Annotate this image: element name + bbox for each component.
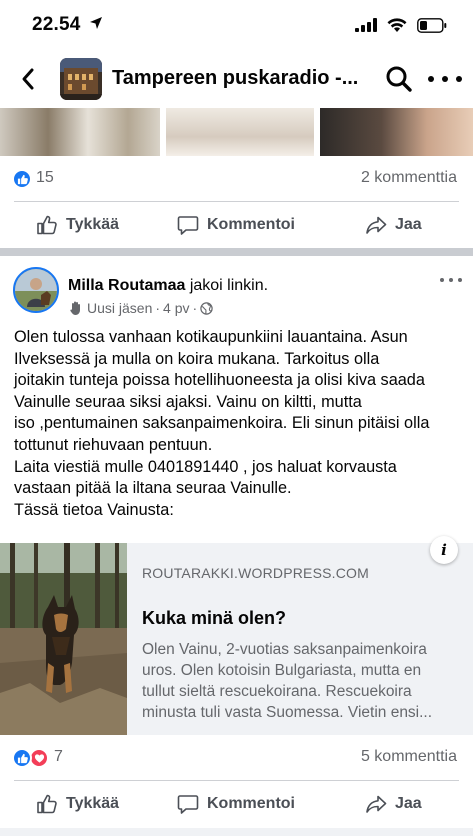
link-preview-image[interactable] [0, 543, 127, 735]
comment-button[interactable]: Kommentoi [177, 781, 295, 827]
like-icon [37, 794, 57, 814]
member-badge: Uusi jäsen [87, 300, 153, 316]
comment-icon [177, 216, 199, 235]
search-button[interactable] [384, 64, 414, 94]
author-action: jakoi linkin. [189, 277, 269, 294]
link-preview-card[interactable]: ROUTARAKKI.WORDPRESS.COM Kuka minä olen?… [0, 536, 473, 735]
author-name[interactable]: Milla Routamaa [68, 277, 185, 294]
post-text-line: tottunut riehuvaan pentuun. [14, 435, 213, 454]
avatar[interactable] [13, 267, 59, 313]
comment-label: Kommentoi [207, 795, 295, 812]
reaction-icons[interactable] [12, 748, 49, 768]
comment-label: Kommentoi [207, 216, 295, 233]
share-label: Jaa [395, 795, 422, 812]
status-time: 22.54 [32, 14, 103, 36]
post-meta: Uusi jäsen · 4 pv · [68, 300, 213, 316]
reaction-icons[interactable] [12, 169, 32, 189]
love-reaction-icon [29, 748, 49, 768]
link-description-line: uros. Olen kotoisin Bulgariasta, mutta e… [142, 662, 422, 679]
post-actions: Tykkää Kommentoi Jaa [0, 781, 473, 827]
more-icon [440, 278, 444, 282]
previous-post-reaction-summary: 15 2 kommenttia [0, 157, 473, 203]
like-icon [37, 215, 57, 235]
post-reaction-summary: 7 5 kommenttia [0, 736, 473, 782]
more-icon [428, 76, 434, 82]
link-title[interactable]: Kuka minä olen? [142, 608, 286, 629]
like-button[interactable]: Tykkää [36, 202, 119, 248]
group-cover-thumbnail[interactable] [60, 58, 102, 100]
more-button[interactable] [428, 64, 462, 94]
like-reaction-icon [12, 748, 32, 768]
like-label: Tykkää [66, 795, 120, 812]
feed-separator [0, 828, 473, 836]
post-text-line: Vainulle seuraa siksi ajaksi. Vainu on k… [14, 392, 362, 411]
comment-count[interactable]: 2 kommenttia [361, 169, 457, 187]
group-header: Tampereen puskaradio -... [0, 52, 473, 108]
back-button[interactable] [14, 64, 42, 94]
link-description: Olen Vainu, 2-vuotias saksanpaimenkoira … [142, 639, 460, 723]
group-title[interactable]: Tampereen puskaradio -... [112, 67, 362, 90]
share-label: Jaa [395, 216, 422, 233]
post-options-button[interactable] [440, 278, 462, 286]
previous-post-actions: Tykkää Kommentoi Jaa [0, 202, 473, 248]
wave-hand-icon [70, 301, 80, 315]
link-description-line: minusta tuli vasta Suomessa. Vietin ensi… [142, 704, 433, 721]
author-line: Milla Routamaa jakoi linkin. [68, 277, 268, 295]
comment-button[interactable]: Kommentoi [177, 202, 295, 248]
post-text-line: iso ,pentumainen saksanpaimenkoira. Eli … [14, 414, 430, 433]
share-button[interactable]: Jaa [365, 781, 422, 827]
location-arrow-icon [90, 17, 103, 29]
back-chevron-icon [22, 68, 34, 90]
feed-separator [0, 248, 473, 256]
post-age[interactable]: 4 pv [163, 300, 189, 316]
like-reaction-icon [12, 169, 32, 189]
link-description-line: Olen Vainu, 2-vuotias saksanpaimenkoira [142, 641, 427, 658]
share-button[interactable]: Jaa [365, 202, 422, 248]
share-icon [366, 216, 387, 234]
like-label: Tykkää [66, 216, 120, 233]
globe-icon [200, 301, 213, 315]
post-text-line: Olen tulossa vanhaan kotikaupunkiini lau… [14, 328, 408, 346]
status-icons [355, 14, 447, 36]
reaction-count[interactable]: 15 [36, 169, 54, 187]
comment-icon [177, 795, 199, 814]
meta-separator: · [192, 300, 198, 316]
previous-post-photo-strip[interactable] [0, 108, 473, 156]
search-icon [386, 66, 412, 92]
post-text-line: Ilveksessä ja mulla on koira mukana. Tar… [14, 349, 380, 368]
post-text-line: joitakin tunteja poissa hotellihuoneesta… [14, 371, 425, 390]
link-description-line: tullut sieltä rescuekoirana. Rescuekoira [142, 683, 412, 700]
post-text-line: Tässä tietoa Vainusta: [14, 500, 174, 519]
share-icon [366, 795, 387, 813]
cellular-signal-icon [355, 18, 377, 32]
wifi-icon [387, 17, 407, 32]
post-text: Olen tulossa vanhaan kotikaupunkiini lau… [14, 327, 464, 521]
post-header: Milla Routamaa jakoi linkin. Uusi jäsen … [0, 264, 473, 324]
link-domain: ROUTARAKKI.WORDPRESS.COM [142, 565, 370, 581]
comment-count[interactable]: 5 kommenttia [361, 748, 457, 766]
post-text-line: Laita viestiä mulle 0401891440 , jos hal… [14, 457, 397, 476]
clock-text: 22.54 [32, 14, 81, 35]
info-button[interactable]: i [430, 536, 458, 564]
post-text-line: vastaan pitää la iltana seuraa Vainulle. [14, 479, 292, 498]
like-button[interactable]: Tykkää [36, 781, 119, 827]
reaction-count[interactable]: 7 [54, 748, 63, 766]
meta-separator: · [155, 300, 161, 316]
battery-icon [417, 17, 447, 33]
status-bar: 22.54 [0, 0, 473, 50]
